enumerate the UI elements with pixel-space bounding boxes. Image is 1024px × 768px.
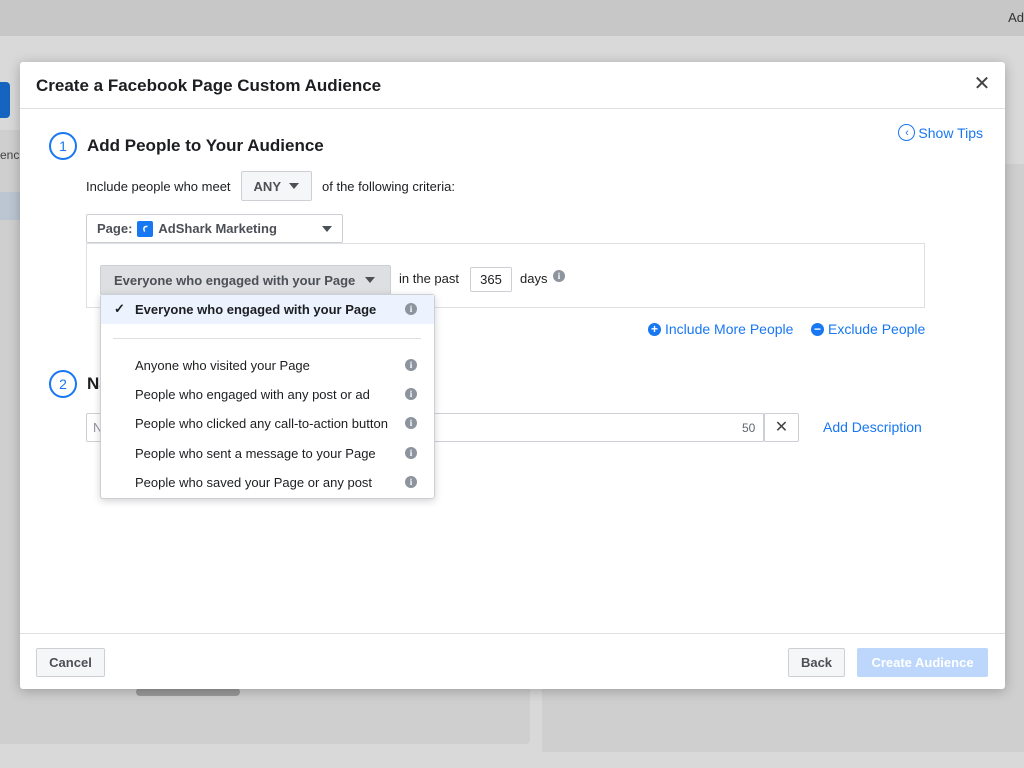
match-any-dropdown[interactable]: ANY <box>240 171 312 201</box>
clear-name-button[interactable]: ✕ <box>764 413 799 442</box>
info-icon[interactable]: i <box>405 388 417 400</box>
info-icon[interactable]: i <box>405 359 417 371</box>
engagement-type-dropdown[interactable]: Everyone who engaged with your Page <box>100 265 391 295</box>
background-left-label: enc <box>0 148 20 162</box>
show-tips-link[interactable]: ‹ Show Tips <box>898 124 983 141</box>
dropdown-option[interactable]: People who saved your Page or any post i <box>101 468 434 497</box>
modal-title: Create a Facebook Page Custom Audience <box>36 76 382 95</box>
dropdown-option-label: People who engaged with any post or ad <box>135 387 370 402</box>
show-tips-label: Show Tips <box>918 124 983 141</box>
step-2-indicator: 2 <box>49 370 77 398</box>
minus-circle-icon: − <box>811 322 824 336</box>
dropdown-option[interactable]: People who engaged with any post or ad i <box>101 380 434 409</box>
info-icon[interactable]: i <box>553 270 565 282</box>
step-1-indicator: 1 <box>49 132 77 160</box>
page-selector[interactable]: Page: ꜥ AdShark Marketing <box>86 214 343 243</box>
dropdown-option-label: People who sent a message to your Page <box>135 446 376 461</box>
close-icon[interactable]: ✕ <box>971 73 993 95</box>
include-more-people-label: Include More People <box>665 321 794 337</box>
create-audience-button[interactable]: Create Audience <box>857 648 988 677</box>
step-1-title: Add People to Your Audience <box>87 136 324 155</box>
caret-down-icon <box>289 183 299 189</box>
page-logo-icon: ꜥ <box>137 220 154 237</box>
page-name: AdShark Marketing <box>158 221 277 236</box>
match-any-label: ANY <box>253 178 281 194</box>
dropdown-option[interactable]: People who clicked any call-to-action bu… <box>101 409 434 438</box>
dropdown-divider <box>113 338 421 339</box>
include-prefix-text: Include people who meet <box>86 178 231 194</box>
caret-down-icon <box>365 277 376 283</box>
dropdown-option[interactable]: Anyone who visited your Page i <box>101 351 434 380</box>
dropdown-option-label: People who clicked any call-to-action bu… <box>135 416 388 431</box>
char-count: 50 <box>742 421 756 435</box>
background-button <box>0 82 10 118</box>
exclude-people-link[interactable]: − Exclude People <box>811 321 925 337</box>
info-icon[interactable]: i <box>405 303 417 315</box>
dropdown-option-label: Everyone who engaged with your Page <box>135 302 377 317</box>
exclude-people-label: Exclude People <box>828 321 926 337</box>
in-the-past-label: in the past <box>399 271 459 286</box>
background-selected-row <box>0 192 20 220</box>
engagement-dropdown-menu: ✓ Everyone who engaged with your Page i … <box>100 294 435 499</box>
dropdown-option[interactable]: People who sent a message to your Page i <box>101 439 434 468</box>
background-top-text: Ad <box>1008 10 1024 25</box>
retention-days-input[interactable] <box>470 267 512 292</box>
custom-audience-modal: Create a Facebook Page Custom Audience ✕… <box>20 62 1005 689</box>
background-top-bar <box>0 0 1024 36</box>
checkmark-icon: ✓ <box>114 301 125 316</box>
dropdown-option-label: Anyone who visited your Page <box>135 358 310 373</box>
info-icon[interactable]: i <box>405 447 417 459</box>
days-label: days <box>520 271 548 286</box>
dropdown-option-label: People who saved your Page or any post <box>135 475 373 490</box>
chevron-left-circle-icon: ‹ <box>898 124 916 141</box>
info-icon[interactable]: i <box>405 417 417 429</box>
plus-circle-icon: + <box>648 322 661 336</box>
background-scrollbar <box>136 688 240 696</box>
engagement-type-label: Everyone who engaged with your Page <box>114 272 356 288</box>
cancel-button[interactable]: Cancel <box>36 648 105 677</box>
include-more-people-link[interactable]: + Include More People <box>648 321 793 337</box>
include-suffix-text: of the following criteria: <box>322 178 455 194</box>
info-icon[interactable]: i <box>405 476 417 488</box>
page-label: Page: <box>97 221 133 236</box>
back-button[interactable]: Back <box>788 648 845 677</box>
dropdown-option-selected[interactable]: ✓ Everyone who engaged with your Page i <box>101 295 434 324</box>
modal-header: Create a Facebook Page Custom Audience ✕ <box>20 62 1005 109</box>
add-description-link[interactable]: Add Description <box>823 419 922 435</box>
caret-down-icon <box>322 226 332 232</box>
include-criteria-row: Include people who meet ANY of the follo… <box>86 171 455 201</box>
modal-footer: Cancel Back Create Audience <box>20 633 1005 689</box>
